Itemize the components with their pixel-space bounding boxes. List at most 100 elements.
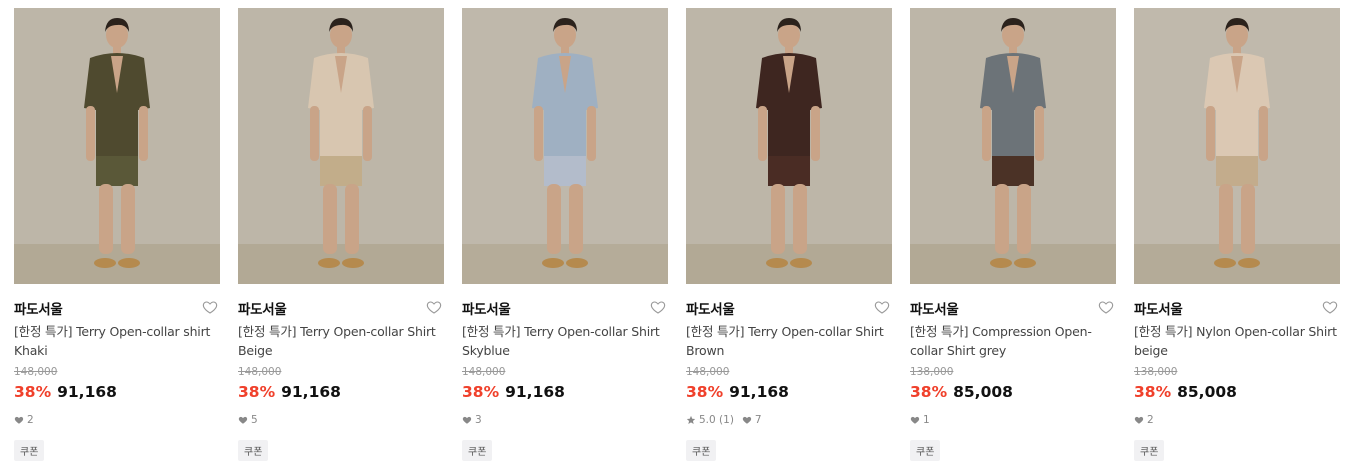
product-image[interactable] (14, 8, 220, 284)
price-row: 38% 91,168 (14, 383, 117, 401)
model-figure (1204, 18, 1270, 268)
product-image[interactable] (1134, 8, 1340, 284)
brand-row: 파도서울 (910, 298, 1116, 318)
discount-rate: 38% (686, 383, 724, 401)
sale-price: 85,008 (1177, 383, 1237, 401)
rating: 5.0 (1) (686, 414, 734, 426)
product-name[interactable]: [한정 특가] Terry Open-collar Shirt Brown (686, 323, 892, 360)
original-price: 148,000 (462, 366, 506, 378)
product-meta: 1 (910, 414, 930, 426)
coupon-badge: 쿠폰 (14, 440, 45, 461)
product-card[interactable]: 파도서울 [한정 특가] Terry Open-collar Shirt Sky… (462, 8, 668, 461)
price-row: 38% 85,008 (1134, 383, 1237, 401)
heart-icon[interactable] (202, 299, 218, 315)
brand-row: 파도서울 (462, 298, 668, 318)
coupon-badge: 쿠폰 (462, 440, 493, 461)
product-card[interactable]: 파도서울 [한정 특가] Compression Open-collar Shi… (910, 8, 1116, 461)
like-count: 1 (923, 414, 930, 426)
discount-rate: 38% (1134, 383, 1172, 401)
likes: 2 (1134, 414, 1154, 426)
heart-filled-icon (14, 416, 24, 424)
product-meta: 2 (1134, 414, 1154, 426)
sale-price: 91,168 (505, 383, 565, 401)
heart-filled-icon (910, 416, 920, 424)
price-row: 38% 91,168 (462, 383, 565, 401)
brand-name[interactable]: 파도서울 (14, 298, 63, 318)
original-price: 148,000 (686, 366, 730, 378)
like-count: 7 (754, 414, 762, 426)
brand-name[interactable]: 파도서울 (910, 298, 959, 318)
brand-name[interactable]: 파도서울 (462, 298, 511, 318)
likes: 2 (14, 414, 34, 426)
product-name[interactable]: [한정 특가] Nylon Open-collar Shirt beige (1134, 323, 1340, 360)
heart-icon[interactable] (874, 299, 890, 315)
discount-rate: 38% (14, 383, 52, 401)
brand-row: 파도서울 (1134, 298, 1340, 318)
product-image[interactable] (462, 8, 668, 284)
heart-icon[interactable] (1322, 299, 1338, 315)
original-price: 138,000 (910, 366, 954, 378)
original-price: 138,000 (1134, 366, 1178, 378)
product-name[interactable]: [한정 특가] Terry Open-collar Shirt Skyblue (462, 323, 668, 360)
model-figure (308, 18, 374, 268)
product-meta: 3 (462, 414, 482, 426)
product-card[interactable]: 파도서울 [한정 특가] Terry Open-collar Shirt Bei… (238, 8, 444, 461)
likes: 5 (238, 414, 258, 426)
heart-icon[interactable] (650, 299, 666, 315)
heart-icon[interactable] (426, 299, 442, 315)
brand-name[interactable]: 파도서울 (1134, 298, 1183, 318)
heart-filled-icon (1134, 416, 1144, 424)
sale-price: 91,168 (57, 383, 117, 401)
product-card[interactable]: 파도서울 [한정 특가] Nylon Open-collar Shirt bei… (1134, 8, 1340, 461)
discount-rate: 38% (462, 383, 500, 401)
sale-price: 91,168 (281, 383, 341, 401)
rating-text: 5.0 (1) (699, 414, 734, 426)
heart-icon[interactable] (1098, 299, 1114, 315)
brand-row: 파도서울 (14, 298, 220, 318)
product-image[interactable] (238, 8, 444, 284)
sale-price: 91,168 (729, 383, 789, 401)
heart-filled-icon (462, 416, 472, 424)
model-figure (84, 18, 150, 268)
product-name[interactable]: [한정 특가] Compression Open-collar Shirt gr… (910, 323, 1116, 360)
product-meta: 5 (238, 414, 258, 426)
heart-filled-icon (742, 416, 752, 424)
brand-name[interactable]: 파도서울 (238, 298, 287, 318)
product-card[interactable]: 파도서울 [한정 특가] Terry Open-collar Shirt Bro… (686, 8, 892, 461)
original-price: 148,000 (14, 366, 58, 378)
brand-name[interactable]: 파도서울 (686, 298, 735, 318)
brand-row: 파도서울 (686, 298, 892, 318)
star-icon (686, 415, 696, 424)
sale-price: 85,008 (953, 383, 1013, 401)
coupon-badge: 쿠폰 (910, 440, 941, 461)
coupon-badge: 쿠폰 (686, 440, 717, 461)
like-count: 5 (251, 414, 258, 426)
heart-filled-icon (238, 416, 248, 424)
price-row: 38% 85,008 (910, 383, 1013, 401)
product-meta: 2 (14, 414, 34, 426)
discount-rate: 38% (910, 383, 948, 401)
price-row: 38% 91,168 (686, 383, 789, 401)
coupon-badge: 쿠폰 (1134, 440, 1165, 461)
model-figure (532, 18, 598, 268)
likes: 7 (742, 414, 762, 426)
brand-row: 파도서울 (238, 298, 444, 318)
coupon-badge: 쿠폰 (238, 440, 269, 461)
likes: 3 (462, 414, 482, 426)
price-row: 38% 91,168 (238, 383, 341, 401)
product-name[interactable]: [한정 특가] Terry Open-collar Shirt Beige (238, 323, 444, 360)
product-card[interactable]: 파도서울 [한정 특가] Terry Open-collar shirt Kha… (14, 8, 220, 461)
discount-rate: 38% (238, 383, 276, 401)
product-grid: 파도서울 [한정 특가] Terry Open-collar shirt Kha… (0, 0, 1348, 462)
product-image[interactable] (910, 8, 1116, 284)
like-count: 2 (27, 414, 34, 426)
product-image[interactable] (686, 8, 892, 284)
like-count: 2 (1147, 414, 1154, 426)
product-meta: 5.0 (1) 7 (686, 414, 762, 426)
model-figure (756, 18, 822, 268)
product-name[interactable]: [한정 특가] Terry Open-collar shirt Khaki (14, 323, 220, 360)
original-price: 148,000 (238, 366, 282, 378)
like-count: 3 (475, 414, 482, 426)
model-figure (980, 18, 1046, 268)
likes: 1 (910, 414, 930, 426)
